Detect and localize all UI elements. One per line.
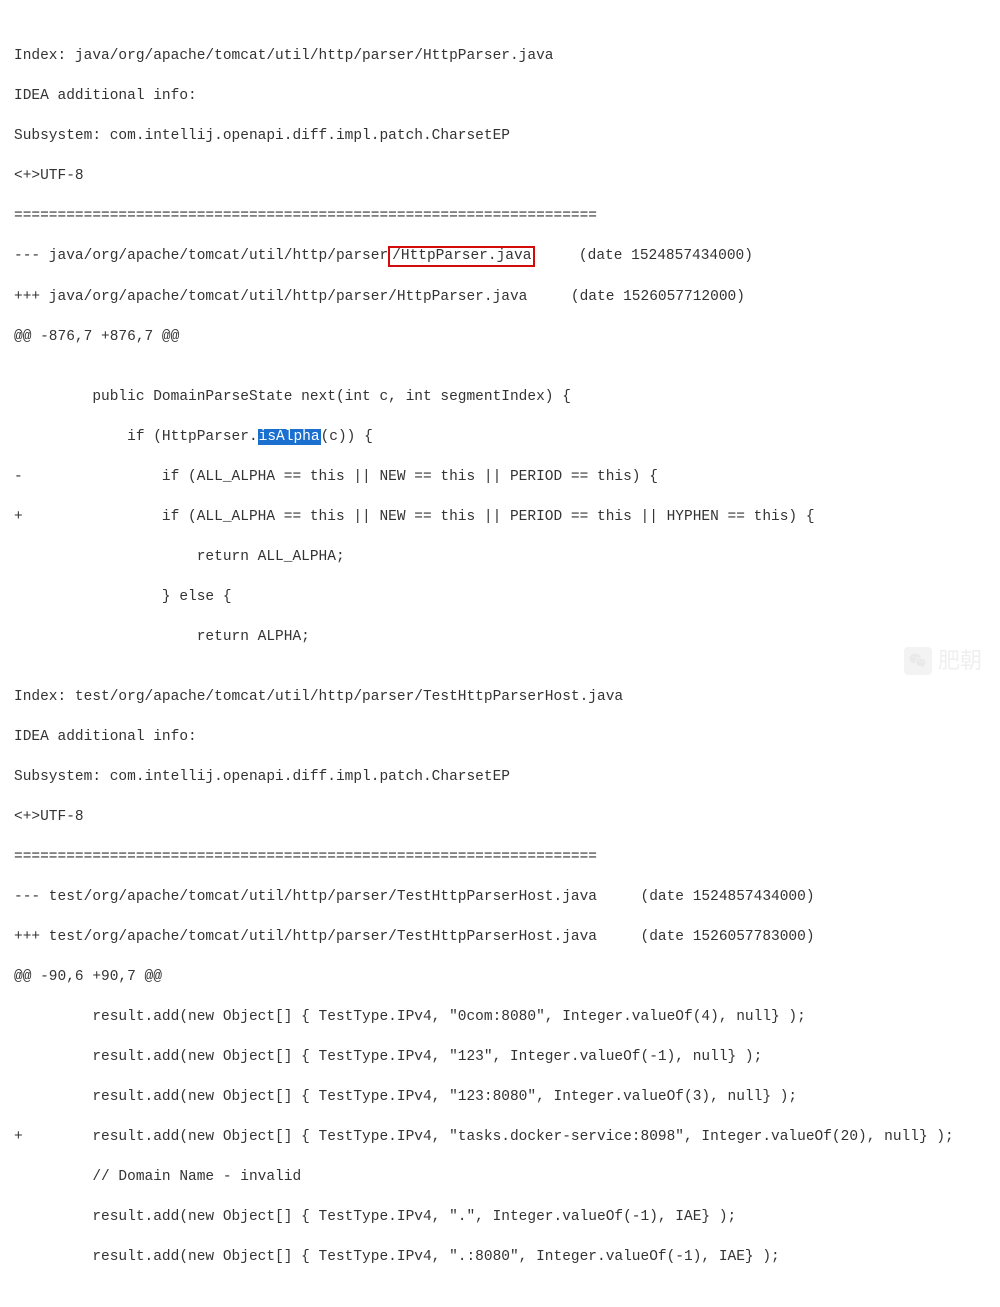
diff-line-old-file: --- java/org/apache/tomcat/util/http/par…	[14, 246, 1000, 267]
selection-highlight: isAlpha	[258, 429, 321, 445]
diff-line: <+>UTF-8	[14, 166, 1000, 186]
diff-hunk-header: @@ -876,7 +876,7 @@	[14, 327, 1000, 347]
diff-line: if (HttpParser.isAlpha(c)) {	[14, 427, 1000, 447]
diff-view: Index: java/org/apache/tomcat/util/http/…	[0, 0, 1000, 1307]
diff-line-added: + if (ALL_ALPHA == this || NEW == this |…	[14, 507, 1000, 527]
diff-line: result.add(new Object[] { TestType.IPv4,…	[14, 1047, 1000, 1067]
diff-line: result.add(new Object[] { TestType.IPv4,…	[14, 1207, 1000, 1227]
diff-line: Subsystem: com.intellij.openapi.diff.imp…	[14, 126, 1000, 146]
diff-line-new-file: +++ java/org/apache/tomcat/util/http/par…	[14, 287, 1000, 307]
diff-line: IDEA additional info:	[14, 727, 1000, 747]
diff-line-old-file: --- test/org/apache/tomcat/util/http/par…	[14, 887, 1000, 907]
highlight-box: /HttpParser.java	[388, 246, 535, 267]
text: (date 1524857434000)	[535, 248, 753, 264]
diff-line: Index: test/org/apache/tomcat/util/http/…	[14, 687, 1000, 707]
diff-line: IDEA additional info:	[14, 86, 1000, 106]
diff-line: // Domain Name - invalid	[14, 1167, 1000, 1187]
diff-line: return ALPHA;	[14, 627, 1000, 647]
diff-separator: ========================================…	[14, 206, 1000, 226]
diff-line: return ALL_ALPHA;	[14, 547, 1000, 567]
diff-line: result.add(new Object[] { TestType.IPv4,…	[14, 1007, 1000, 1027]
text: --- java/org/apache/tomcat/util/http/par…	[14, 248, 388, 264]
text: (c)) {	[321, 429, 373, 445]
diff-line: result.add(new Object[] { TestType.IPv4,…	[14, 1087, 1000, 1107]
diff-line-removed: - if (ALL_ALPHA == this || NEW == this |…	[14, 467, 1000, 487]
diff-line: public DomainParseState next(int c, int …	[14, 387, 1000, 407]
diff-line: <+>UTF-8	[14, 807, 1000, 827]
diff-line: result.add(new Object[] { TestType.IPv4,…	[14, 1247, 1000, 1267]
diff-line: } else {	[14, 587, 1000, 607]
diff-line-new-file: +++ test/org/apache/tomcat/util/http/par…	[14, 927, 1000, 947]
diff-line-added: + result.add(new Object[] { TestType.IPv…	[14, 1127, 1000, 1147]
diff-separator: ========================================…	[14, 847, 1000, 867]
diff-line: Subsystem: com.intellij.openapi.diff.imp…	[14, 767, 1000, 787]
diff-hunk-header: @@ -90,6 +90,7 @@	[14, 967, 1000, 987]
diff-line: Index: java/org/apache/tomcat/util/http/…	[14, 46, 1000, 66]
text: if (HttpParser.	[14, 429, 258, 445]
